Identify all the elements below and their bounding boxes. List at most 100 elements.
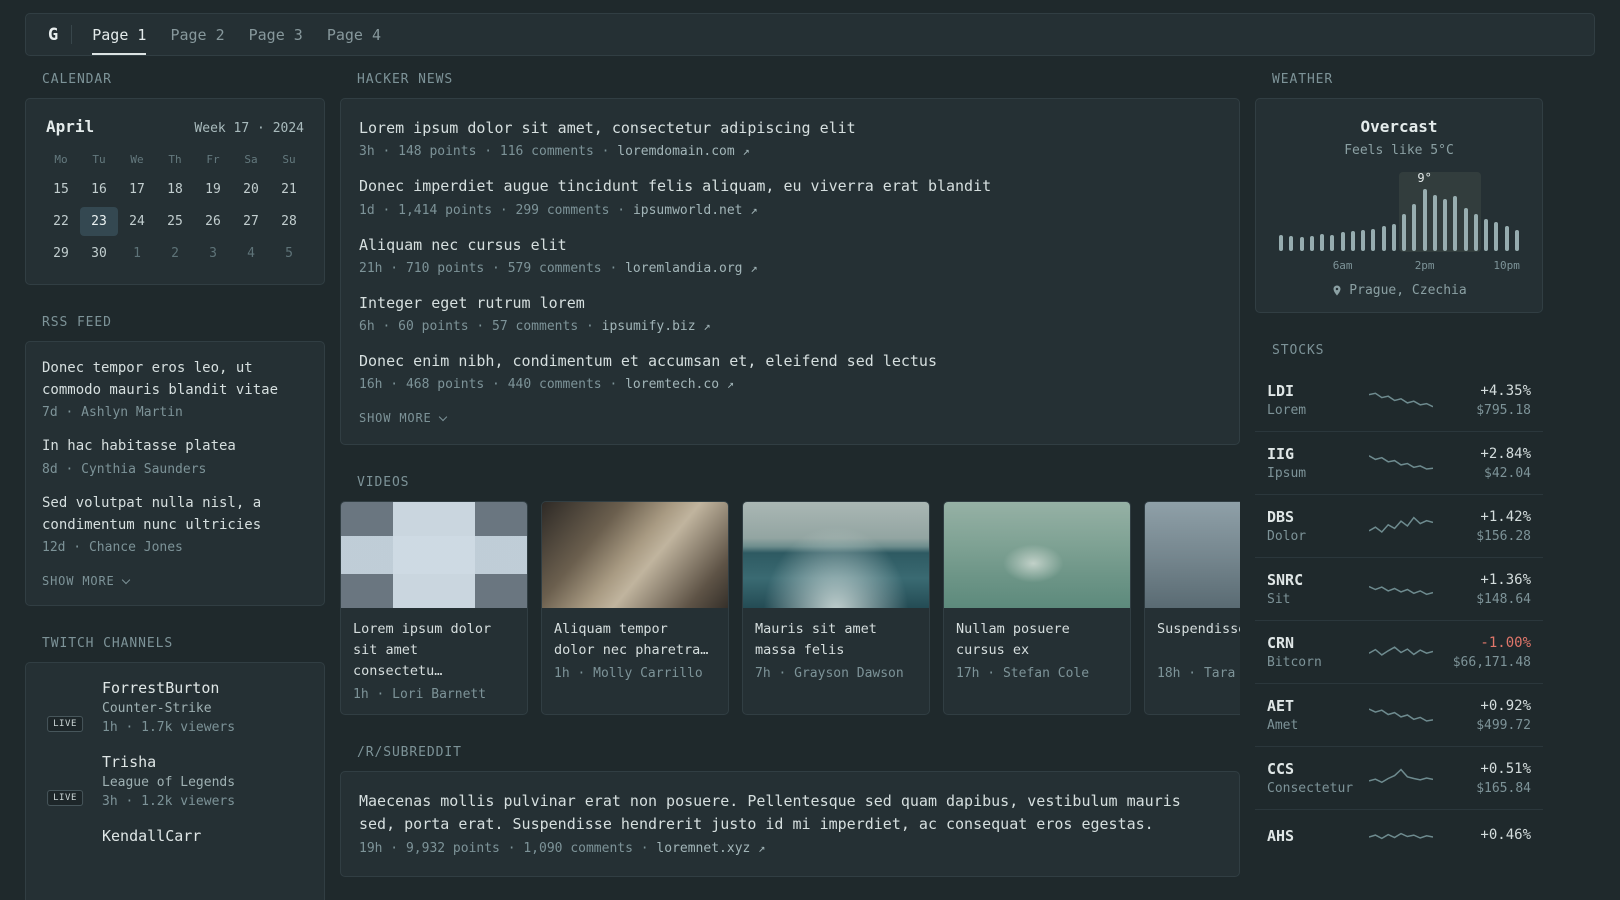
weather-section-title: WEATHER [1272, 72, 1334, 87]
rss-item: Sed volutpat nulla nisl, a condimentum n… [42, 493, 308, 555]
weather-location: Prague, Czechia [1270, 283, 1528, 298]
stock-row-ldi[interactable]: LDI Lorem +4.35% $795.18 [1255, 369, 1543, 431]
hn-story: Donec enim nibh, condimentum et accumsan… [359, 350, 1221, 392]
video-title: Aliquam tempor dolor nec pharetra… [554, 621, 709, 659]
channel-viewers: 1h · 1.7k viewers [102, 720, 236, 736]
stock-price: $66,171.48 [1452, 654, 1531, 670]
weather-hour-label: 2pm [1414, 259, 1435, 272]
hn-story-domain-link[interactable]: ipsumify.biz ↗ [602, 319, 711, 334]
hn-story-stats: 1d · 1,414 points · 299 comments · [359, 202, 626, 218]
calendar-day: 1 [133, 246, 141, 261]
weather-bar-slot [1327, 189, 1337, 251]
calendar-day: 4 [247, 246, 255, 261]
weather-widget: WEATHER Overcast Feels like 5°C 9° 6am 2p… [1255, 72, 1543, 313]
hn-story-domain-link[interactable]: loremtech.co ↗ [625, 377, 734, 392]
weather-bar-slot [1307, 189, 1317, 251]
hackernews-section-title: HACKER NEWS [357, 72, 454, 87]
rss-item-meta: 12d · Chance Jones [42, 540, 183, 556]
weather-hour-bar [1371, 228, 1376, 251]
show-more-label: SHOW MORE [359, 411, 432, 426]
weather-hour-bar [1514, 229, 1519, 251]
stock-row-iig[interactable]: IIG Ipsum +2.84% $42.04 [1255, 431, 1543, 494]
rss-card: Donec tempor eros leo, ut commodo mauris… [25, 341, 325, 607]
weather-hour-axis: 6am 2pm 10pm [1276, 257, 1522, 272]
left-column: CALENDAR April Week 17 · 2024 Mo Tu We Th Fr… [25, 72, 325, 900]
calendar-day: 24 [129, 214, 145, 229]
video-meta: 1h · Lori Barnett [353, 687, 487, 703]
hn-story-title[interactable]: Donec enim nibh, condimentum et accumsan… [359, 350, 1221, 373]
video-thumbnail [743, 502, 929, 609]
tab-page-2[interactable]: Page 2 [170, 14, 224, 55]
stock-symbol: LDI [1267, 382, 1295, 400]
hn-story-domain-link[interactable]: loremdomain.com ↗ [617, 144, 749, 159]
stock-row-snrc[interactable]: SNRC Sit +1.36% $148.64 [1255, 557, 1543, 620]
tab-page-4[interactable]: Page 4 [327, 14, 381, 55]
hn-story-title[interactable]: Aliquam nec cursus elit [359, 234, 1221, 257]
hn-show-more-button[interactable]: SHOW MORE [359, 411, 447, 426]
stock-symbol: AET [1267, 697, 1295, 715]
subreddit-post-domain-link[interactable]: loremnet.xyz ↗ [656, 841, 765, 856]
twitch-section-title: TWITCH CHANNELS [42, 636, 174, 652]
middle-column: HACKER NEWS Lorem ipsum dolor sit amet, … [340, 72, 1240, 900]
twitch-channel-forrestburton[interactable]: LIVE ForrestBurton Counter-Strike 1h · 1… [42, 679, 308, 735]
external-link-icon: ↗ [726, 377, 735, 392]
tab-page-3[interactable]: Page 3 [249, 14, 303, 55]
stock-row-ccs[interactable]: CCS Consectetur +0.51% $165.84 [1255, 746, 1543, 809]
subreddit-post-title[interactable]: Maecenas mollis pulvinar erat non posuer… [359, 790, 1221, 837]
weather-hour-bar [1484, 218, 1489, 251]
video-card[interactable]: Aliquam tempor dolor nec pharetra… 1h · … [541, 501, 729, 716]
stock-name: Amet [1267, 718, 1299, 733]
rss-item-title[interactable]: In hac habitasse platea [42, 436, 308, 458]
video-card[interactable]: Mauris sit amet massa felis 7h · Grayson… [742, 501, 930, 716]
weather-feels-like: Feels like 5°C [1344, 143, 1454, 158]
weather-bar-slot [1512, 189, 1522, 251]
weather-hour-bar [1453, 196, 1458, 251]
rss-item-title[interactable]: Donec tempor eros leo, ut commodo mauris… [42, 358, 308, 401]
twitch-channel-trisha[interactable]: LIVE Trisha League of Legends 3h · 1.2k … [42, 753, 308, 809]
calendar-header: April Week 17 · 2024 [42, 115, 308, 146]
video-card[interactable]: Nullam posuere cursus ex 17h · Stefan Co… [943, 501, 1131, 716]
hn-story-title[interactable]: Donec imperdiet augue tincidunt felis al… [359, 175, 1221, 198]
twitch-card: LIVE ForrestBurton Counter-Strike 1h · 1… [25, 662, 325, 900]
external-link-icon: ↗ [742, 144, 750, 159]
calendar-week-info: Week 17 · 2024 [194, 121, 304, 136]
stock-row-ahs[interactable]: AHS +0.46% [1255, 809, 1543, 864]
hn-story-domain-link[interactable]: ipsumworld.net ↗ [633, 203, 758, 218]
weather-bar-slot [1409, 189, 1419, 251]
hn-story-meta: 16h · 468 points · 440 comments · loremt… [359, 377, 1221, 392]
stock-symbol: CCS [1267, 760, 1295, 778]
subreddit-section-title: /R/SUBREDDIT [357, 745, 462, 761]
calendar-day: 30 [91, 246, 107, 261]
weather-bar-slot [1317, 189, 1327, 251]
tab-page-1[interactable]: Page 1 [92, 14, 147, 55]
stock-symbol: DBS [1267, 508, 1295, 526]
stock-row-aet[interactable]: AET Amet +0.92% $499.72 [1255, 683, 1543, 746]
channel-name: ForrestBurton [102, 679, 220, 698]
calendar-day: 15 [53, 182, 69, 197]
calendar-day: 28 [281, 214, 297, 229]
rss-item: Donec tempor eros leo, ut commodo mauris… [42, 358, 308, 420]
hn-story-title[interactable]: Lorem ipsum dolor sit amet, consectetur … [359, 117, 1221, 140]
stock-row-dbs[interactable]: DBS Dolor +1.42% $156.28 [1255, 494, 1543, 557]
video-card[interactable]: Suspendisse diam 18h · Tara [1144, 501, 1240, 716]
rss-item-title[interactable]: Sed volutpat nulla nisl, a condimentum n… [42, 493, 308, 536]
calendar-day: 25 [167, 214, 183, 229]
hn-story-title[interactable]: Integer eget rutrum lorem [359, 292, 1221, 315]
weather-hour-bar [1412, 203, 1417, 251]
rss-item-meta: 7d · Ashlyn Martin [42, 405, 183, 421]
twitch-channel-kendallcarr[interactable]: KendallCarr [42, 827, 308, 873]
calendar-day: 3 [209, 246, 217, 261]
stocks-section-title: STOCKS [1272, 343, 1325, 358]
stock-sparkline [1369, 832, 1433, 840]
calendar-day: 23 [80, 207, 118, 236]
rss-show-more-button[interactable]: SHOW MORE [42, 574, 130, 588]
calendar-weekday-label: Th [168, 153, 182, 166]
external-link-icon: ↗ [750, 260, 758, 275]
stock-change: +0.46% [1480, 827, 1531, 843]
hn-story-domain-link[interactable]: loremlandia.org ↗ [625, 261, 757, 276]
app-logo[interactable]: G [48, 25, 58, 45]
stock-symbol: IIG [1267, 445, 1295, 463]
rss-item-meta: 8d · Cynthia Saunders [42, 462, 207, 478]
video-card[interactable]: Lorem ipsum dolor sit amet consectetu… 1… [340, 501, 528, 716]
stock-row-crn[interactable]: CRN Bitcorn -1.00% $66,171.48 [1255, 620, 1543, 683]
